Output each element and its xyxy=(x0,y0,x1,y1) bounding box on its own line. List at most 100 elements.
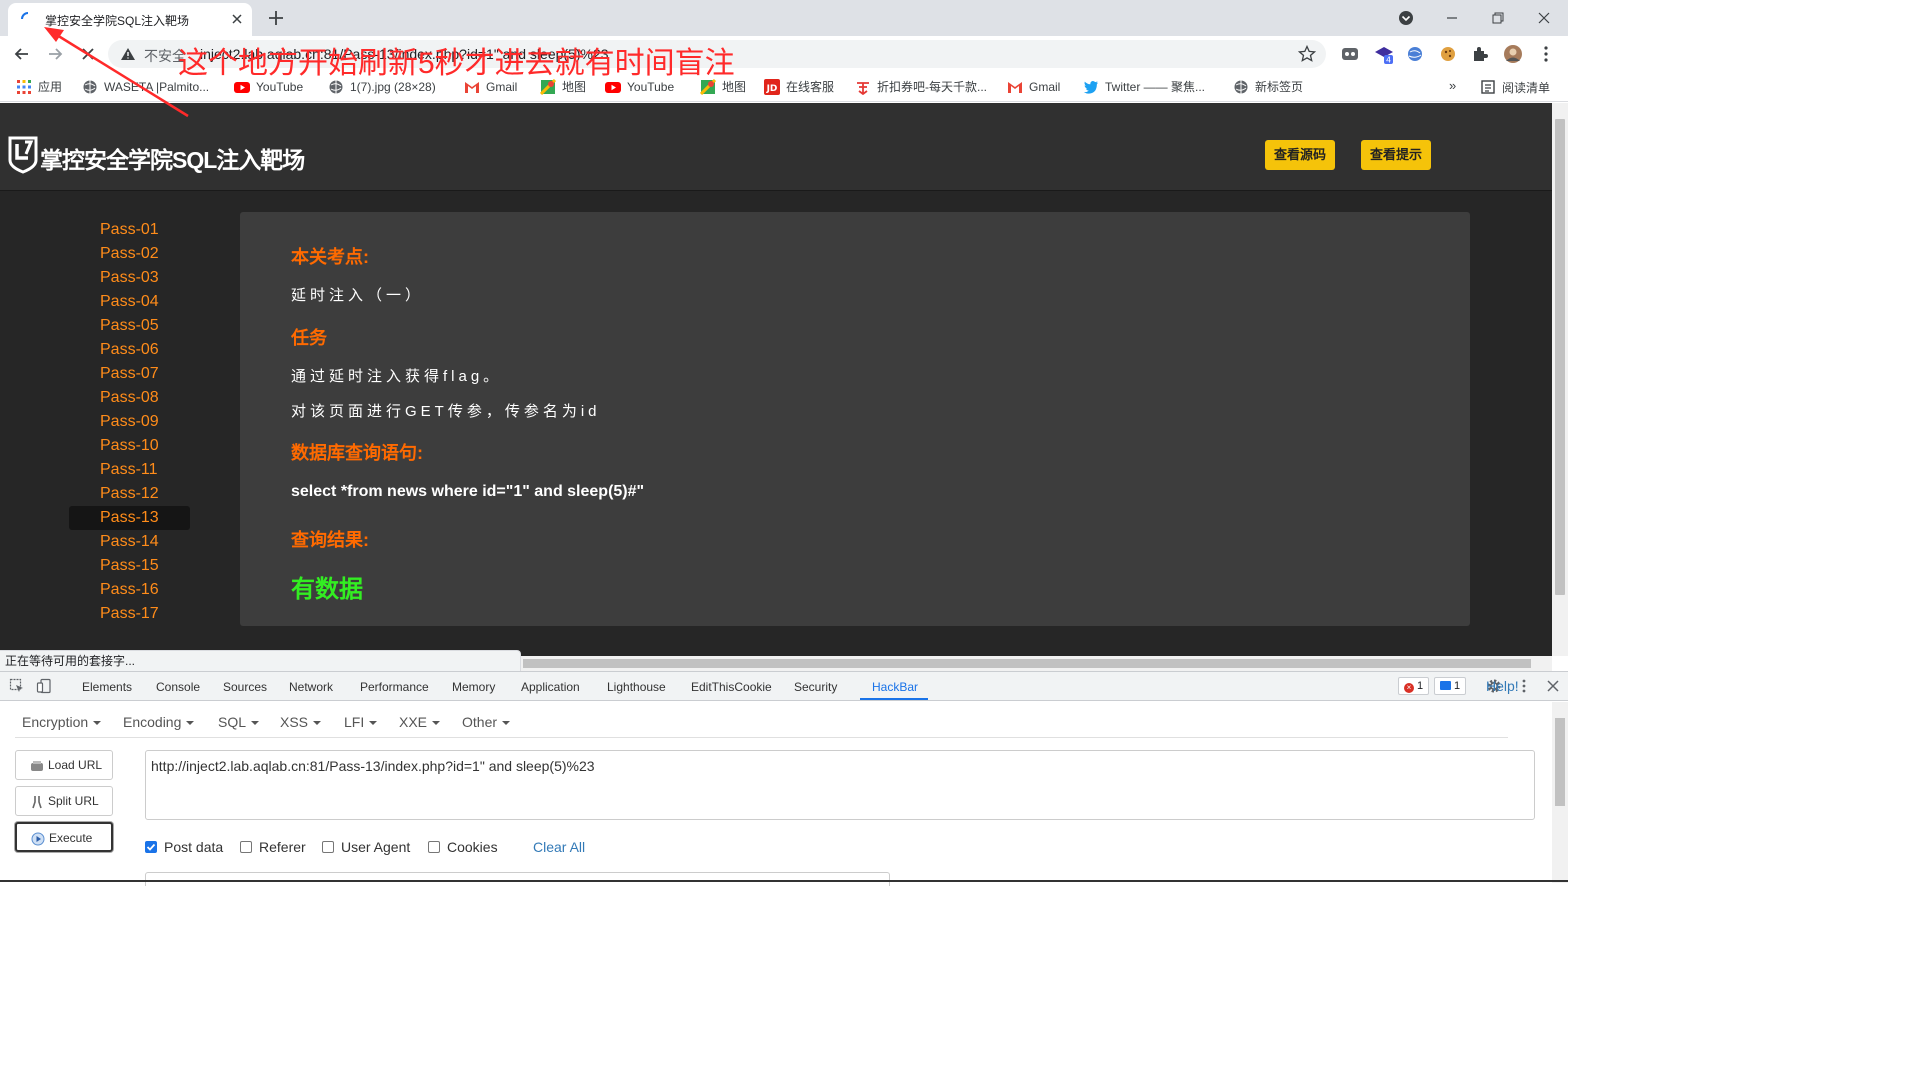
nav-pass-11[interactable]: Pass-11 xyxy=(69,458,190,482)
tab-memory[interactable]: Memory xyxy=(452,680,495,694)
menu-sql[interactable]: SQL xyxy=(218,714,259,730)
tab-sources[interactable]: Sources xyxy=(223,680,267,694)
extension-globe-icon[interactable] xyxy=(1405,44,1425,64)
profile-avatar-icon[interactable] xyxy=(1503,44,1523,64)
new-tab-icon[interactable] xyxy=(267,9,285,27)
screenshot-annotation: 这个地方开始刷新5秒才进去就有时间盲注 xyxy=(178,47,735,80)
bookmark-gmail-2[interactable]: Gmail xyxy=(1007,79,1060,95)
referer-checkbox[interactable]: Referer xyxy=(240,839,306,855)
query-result: 有数据 xyxy=(291,576,363,603)
url-textarea[interactable]: http://inject2.lab.aqlab.cn:81/Pass-13/i… xyxy=(145,750,1535,820)
scroll-thumb[interactable] xyxy=(1555,718,1565,806)
inspect-element-icon[interactable] xyxy=(9,678,25,694)
nav-pass-14[interactable]: Pass-14 xyxy=(69,530,190,554)
nav-pass-04[interactable]: Pass-04 xyxy=(69,290,190,314)
devtools-scrollbar[interactable] xyxy=(1552,702,1568,883)
menu-encoding[interactable]: Encoding xyxy=(123,714,194,730)
nav-pass-05[interactable]: Pass-05 xyxy=(69,314,190,338)
menu-lfi[interactable]: LFI xyxy=(344,714,377,730)
bookmark-jd-service[interactable]: JD 在线客服 xyxy=(764,79,834,95)
user-agent-checkbox[interactable]: User Agent xyxy=(322,839,410,855)
globe-icon xyxy=(1234,80,1248,94)
coupon-icon xyxy=(857,82,869,95)
nav-pass-17[interactable]: Pass-17 xyxy=(69,602,190,626)
nav-pass-09[interactable]: Pass-09 xyxy=(69,410,190,434)
window-bottom-border xyxy=(0,880,1568,882)
nav-pass-08[interactable]: Pass-08 xyxy=(69,386,190,410)
checkmark-icon xyxy=(146,843,156,851)
jd-icon: JD xyxy=(764,79,780,95)
tab-search-icon[interactable] xyxy=(1396,8,1416,28)
nav-pass-01[interactable]: Pass-01 xyxy=(69,218,190,242)
load-url-button[interactable]: Load URL xyxy=(15,750,113,780)
bookmark-star-icon[interactable] xyxy=(1298,45,1316,63)
window-close-icon[interactable] xyxy=(1534,8,1554,28)
nav-pass-06[interactable]: Pass-06 xyxy=(69,338,190,362)
topic-heading: 本关考点: xyxy=(291,247,369,267)
restore-icon[interactable] xyxy=(1488,8,1508,28)
message-count-badge[interactable]: 1 xyxy=(1434,677,1467,695)
nav-pass-16[interactable]: Pass-16 xyxy=(69,578,190,602)
clear-all-link[interactable]: Clear All xyxy=(533,839,585,855)
task-line: 对该页面进行GET传参，传参名为id xyxy=(291,403,601,420)
close-tab-icon[interactable] xyxy=(230,12,244,26)
nav-pass-03[interactable]: Pass-03 xyxy=(69,266,190,290)
result-heading: 查询结果: xyxy=(291,530,369,550)
menu-kebab-icon[interactable] xyxy=(1536,44,1556,64)
bookmark-twitter[interactable]: Twitter —— 聚焦... xyxy=(1083,79,1205,95)
tab-strip: 掌控安全学院SQL注入靶场 xyxy=(0,0,1568,36)
tab-hackbar[interactable]: HackBar xyxy=(872,680,918,694)
nav-pass-15[interactable]: Pass-15 xyxy=(69,554,190,578)
extension-game-icon[interactable] xyxy=(1340,44,1360,64)
reading-list-button[interactable]: 阅读清单 xyxy=(1480,79,1550,96)
nav-pass-10[interactable]: Pass-10 xyxy=(69,434,190,458)
sql-query: select *from news where id="1" and sleep… xyxy=(291,483,645,500)
bookmark-new-tab[interactable]: 新标签页 xyxy=(1233,79,1303,95)
menu-other[interactable]: Other xyxy=(462,714,510,730)
post-data-textarea[interactable] xyxy=(145,872,890,886)
tab-console[interactable]: Console xyxy=(156,680,200,694)
nav-pass-13[interactable]: Pass-13 xyxy=(69,506,190,530)
view-hint-button[interactable]: 查看提示 xyxy=(1361,140,1431,170)
reading-list-icon xyxy=(1481,80,1495,94)
scroll-thumb[interactable] xyxy=(1555,119,1565,595)
tab-application[interactable]: Application xyxy=(521,680,580,694)
error-count-badge[interactable]: × 1 xyxy=(1398,677,1430,695)
execute-button[interactable]: Execute xyxy=(15,822,113,852)
tab-performance[interactable]: Performance xyxy=(360,680,429,694)
menu-xxe[interactable]: XXE xyxy=(399,714,440,730)
bookmarks-overflow-button[interactable]: » xyxy=(1449,78,1456,93)
nav-pass-12[interactable]: Pass-12 xyxy=(69,482,190,506)
close-devtools-icon[interactable] xyxy=(1545,678,1561,694)
device-toggle-icon[interactable] xyxy=(36,678,52,694)
cookies-checkbox[interactable]: Cookies xyxy=(428,839,498,855)
view-source-button[interactable]: 查看源码 xyxy=(1265,140,1335,170)
page-horizontal-scrollbar[interactable] xyxy=(521,656,1552,671)
extension-cookie-icon[interactable] xyxy=(1438,44,1458,64)
menu-encryption[interactable]: Encryption xyxy=(22,714,101,730)
tab-lighthouse[interactable]: Lighthouse xyxy=(607,680,666,694)
help-link[interactable]: Help! xyxy=(1486,678,1519,694)
nav-pass-02[interactable]: Pass-02 xyxy=(69,242,190,266)
split-url-button[interactable]: Split URL xyxy=(15,786,113,816)
extension-graduation-icon[interactable]: 4 xyxy=(1374,44,1394,64)
tab-network[interactable]: Network xyxy=(289,680,333,694)
scroll-thumb[interactable] xyxy=(523,659,1531,668)
menu-xss[interactable]: XSS xyxy=(280,714,321,730)
nav-pass-07[interactable]: Pass-07 xyxy=(69,362,190,386)
extensions-puzzle-icon[interactable] xyxy=(1470,44,1490,64)
tab-elements[interactable]: Elements xyxy=(82,680,132,694)
tab-editthiscookie[interactable]: EditThisCookie xyxy=(691,680,772,694)
checkbox-checked[interactable] xyxy=(145,841,157,853)
twitter-icon xyxy=(1083,81,1098,94)
page-vertical-scrollbar[interactable] xyxy=(1552,103,1568,656)
minimize-icon[interactable] xyxy=(1442,8,1462,28)
level-content-panel: 本关考点: 延时注入（一） 任务 通过延时注入获得flag。 对该页面进行GET… xyxy=(240,212,1470,626)
tab-security[interactable]: Security xyxy=(794,680,837,694)
bookmark-coupon[interactable]: 折扣券吧-每天千款... xyxy=(855,79,987,95)
split-url-icon xyxy=(32,795,42,809)
error-icon: × xyxy=(1404,683,1414,693)
svg-text:JD: JD xyxy=(766,84,778,94)
post-data-checkbox[interactable]: Post data xyxy=(145,839,223,855)
gmail-icon xyxy=(1008,82,1022,93)
